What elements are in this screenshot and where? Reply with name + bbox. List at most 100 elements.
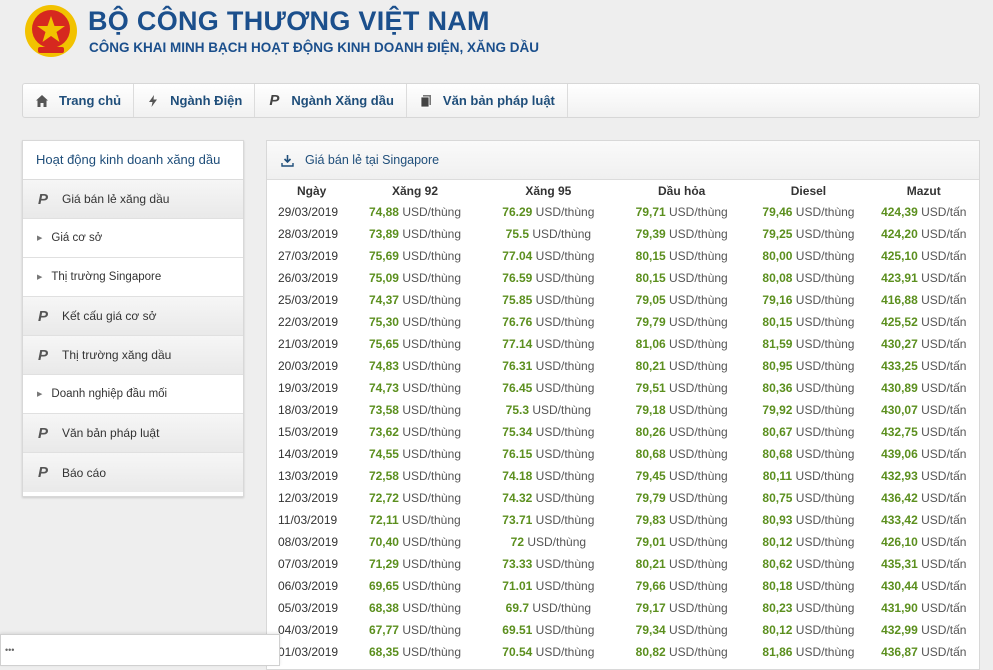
price-value: 430,27 <box>881 337 918 351</box>
price-value: 80,95 <box>762 359 793 373</box>
table-row: 15/03/2019 73,62 USD/thùng 75.34 USD/thùng… <box>275 421 979 443</box>
price-value: 79,34 <box>635 623 666 637</box>
sidebar-item[interactable]: ▶ Doanh nghiệp đầu mối <box>23 375 243 414</box>
site-subtitle: CÔNG KHAI MINH BẠCH HOẠT ĐỘNG KINH DOANH… <box>89 40 539 55</box>
price-value: 76.29 <box>502 205 533 219</box>
price-value: 75,65 <box>368 337 399 351</box>
sidebar-item[interactable]: P Báo cáo <box>23 453 243 492</box>
price-value: 431,90 <box>881 601 918 615</box>
bottom-popup[interactable]: ••• <box>0 634 280 666</box>
table-row: 26/03/2019 75,09 USD/thùng 76.59 USD/thùng… <box>275 267 979 289</box>
price-unit: USD/thùng <box>532 403 592 417</box>
price-unit: USD/thùng <box>535 469 595 483</box>
price-value: 80,36 <box>762 381 793 395</box>
sidebar-item[interactable]: P Kết cấu giá cơ sở <box>23 297 243 336</box>
price-value: 80,26 <box>635 425 666 439</box>
panel-header: Giá bán lẻ tại Singapore <box>267 141 979 180</box>
price-cell: 74,73 USD/thùng <box>348 377 481 399</box>
table-row: 13/03/2019 72,58 USD/thùng 74.18 USD/thùng… <box>275 465 979 487</box>
sidebar-item[interactable]: P Giá bán lẻ xăng dầu <box>23 180 243 219</box>
price-cell: 80,18 USD/thùng <box>748 575 868 597</box>
price-cell: 77.04 USD/thùng <box>482 245 615 267</box>
price-cell: 80,15 USD/thùng <box>615 245 748 267</box>
price-unit: USD/tấn <box>921 293 967 307</box>
price-unit: USD/thùng <box>669 447 728 461</box>
price-value: 80,67 <box>762 425 793 439</box>
price-value: 77.14 <box>502 337 533 351</box>
price-cell: 81,59 USD/thùng <box>748 333 868 355</box>
price-cell: 68,38 USD/thùng <box>348 597 481 619</box>
date-cell: 21/03/2019 <box>278 337 339 351</box>
price-cell: 80,62 USD/thùng <box>748 553 868 575</box>
price-unit: USD/thùng <box>669 491 728 505</box>
price-unit: USD/thùng <box>535 425 595 439</box>
price-value: 433,25 <box>881 359 918 373</box>
sidebar-heading: Hoạt động kinh doanh xăng dầu <box>23 141 243 180</box>
price-value: 80,15 <box>635 249 666 263</box>
price-value: 68,35 <box>368 645 399 659</box>
price-cell: 79,79 USD/thùng <box>615 487 748 509</box>
p-icon: P <box>38 190 49 208</box>
price-cell: 79,66 USD/thùng <box>615 575 748 597</box>
price-cell: 79,16 USD/thùng <box>748 289 868 311</box>
table-row: 22/03/2019 75,30 USD/thùng 76.76 USD/thùng… <box>275 311 979 333</box>
price-unit: USD/thùng <box>795 579 855 593</box>
price-cell: 80,75 USD/thùng <box>748 487 868 509</box>
price-cell: 80,95 USD/thùng <box>748 355 868 377</box>
price-unit: USD/thùng <box>795 205 855 219</box>
price-cell: 69,65 USD/thùng <box>348 575 481 597</box>
price-value: 80,15 <box>635 271 666 285</box>
p-icon: P <box>269 92 280 109</box>
price-cell: 430,27 USD/tấn <box>869 333 979 355</box>
price-unit: USD/thùng <box>535 359 595 373</box>
price-unit: USD/thùng <box>402 381 462 395</box>
price-cell: 425,10 USD/tấn <box>869 245 979 267</box>
price-value: 74.32 <box>502 491 533 505</box>
sidebar-item[interactable]: P Thị trường xăng dầu <box>23 336 243 375</box>
price-cell: 69.7 USD/thùng <box>482 597 615 619</box>
sidebar-item[interactable]: P Văn bản pháp luật <box>23 414 243 453</box>
column-header: Dầu hỏa <box>658 183 706 198</box>
date-cell: 12/03/2019 <box>278 491 339 505</box>
date-cell: 18/03/2019 <box>278 403 339 417</box>
price-cell: 436,42 USD/tấn <box>869 487 979 509</box>
price-value: 73,62 <box>368 425 399 439</box>
date-cell: 05/03/2019 <box>278 601 339 615</box>
table-row: 18/03/2019 73,58 USD/thùng 75.3 USD/thùng 7… <box>275 399 979 421</box>
more-icon[interactable]: ••• <box>5 645 14 655</box>
price-value: 76.76 <box>502 315 533 329</box>
nav-legal-docs[interactable]: Văn bản pháp luật <box>407 84 568 117</box>
price-cell: 74.18 USD/thùng <box>482 465 615 487</box>
price-value: 423,91 <box>881 271 918 285</box>
price-unit: USD/tấn <box>921 557 967 571</box>
nav-petroleum[interactable]: P Ngành Xăng dầu <box>255 84 407 117</box>
price-unit: USD/thùng <box>795 293 855 307</box>
price-value: 75.85 <box>502 293 533 307</box>
table-row: 29/03/2019 74,88 USD/thùng 76.29 USD/thùng… <box>275 201 979 223</box>
panel-title: Giá bán lẻ tại Singapore <box>305 153 440 167</box>
price-cell: 424,39 USD/tấn <box>869 201 979 223</box>
price-cell: 80,11 USD/thùng <box>748 465 868 487</box>
price-value: 432,75 <box>881 425 918 439</box>
price-value: 71,29 <box>368 557 399 571</box>
national-emblem-icon <box>25 5 77 57</box>
price-unit: USD/thùng <box>669 513 728 527</box>
price-unit: USD/thùng <box>535 315 595 329</box>
price-value: 76.59 <box>502 271 533 285</box>
price-cell: 71,29 USD/thùng <box>348 553 481 575</box>
price-unit: USD/tấn <box>921 425 967 439</box>
price-cell: 75.3 USD/thùng <box>482 399 615 421</box>
sidebar-item-label: Kết cấu giá cơ sở <box>62 309 157 323</box>
sidebar-item[interactable]: ▶ Giá cơ sở <box>23 219 243 258</box>
price-cell: 430,89 USD/tấn <box>869 377 979 399</box>
bolt-icon <box>146 94 160 108</box>
nav-electricity[interactable]: Ngành Điện <box>134 84 256 117</box>
price-unit: USD/thùng <box>669 381 728 395</box>
price-value: 436,42 <box>881 491 918 505</box>
price-unit: USD/thùng <box>795 359 855 373</box>
price-value: 74.18 <box>502 469 533 483</box>
sidebar-item[interactable]: ▶ Thị trường Singapore <box>23 258 243 297</box>
nav-home[interactable]: Trang chủ <box>23 84 135 117</box>
caret-right-icon: ▶ <box>37 274 43 281</box>
date-cell: 25/03/2019 <box>278 293 339 307</box>
